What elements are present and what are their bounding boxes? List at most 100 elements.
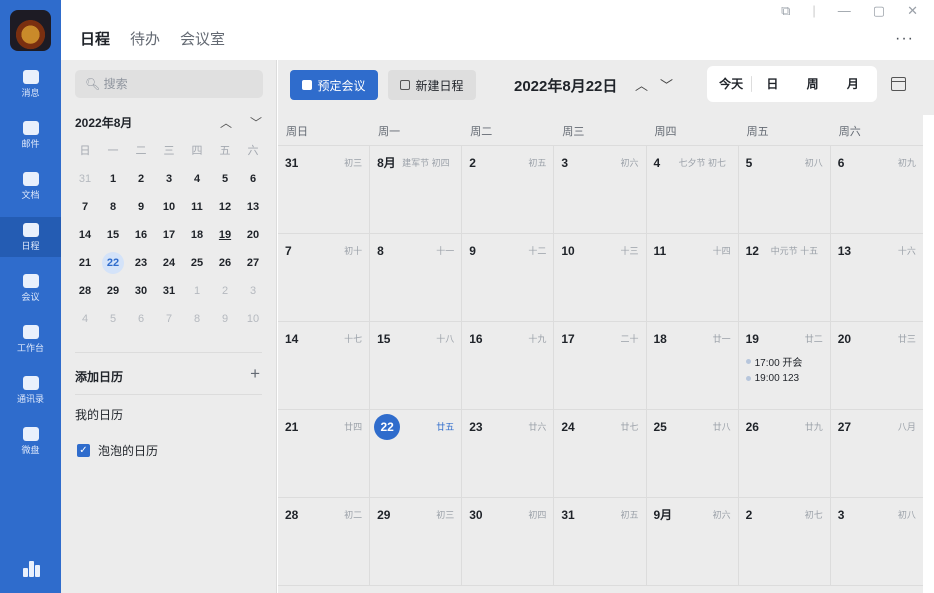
mini-day[interactable]: 7	[155, 308, 183, 330]
event-item[interactable]: 19:00 123	[745, 373, 823, 384]
avatar[interactable]	[10, 10, 51, 51]
mini-day[interactable]: 12	[211, 196, 239, 218]
mini-day[interactable]: 3	[155, 168, 183, 190]
mini-day[interactable]: 21	[71, 252, 99, 274]
nav-item-drive[interactable]: 微盘	[0, 421, 61, 461]
mini-day[interactable]: 3	[239, 280, 267, 302]
mini-day[interactable]: 6	[239, 168, 267, 190]
mini-day[interactable]: 14	[71, 224, 99, 246]
day-cell[interactable]: 17 二十	[554, 322, 647, 409]
chevron-up-icon[interactable]: ︿	[220, 114, 232, 131]
mini-day[interactable]: 1	[99, 168, 127, 190]
day-cell[interactable]: 3 初八	[831, 498, 923, 585]
mini-day[interactable]: 17	[155, 224, 183, 246]
mini-day[interactable]: 10	[155, 196, 183, 218]
mini-day[interactable]: 20	[239, 224, 267, 246]
chevron-down-icon[interactable]: ﹀	[660, 75, 673, 94]
mini-day[interactable]: 5	[211, 168, 239, 190]
mini-day[interactable]: 31	[155, 280, 183, 302]
panel-toggle-icon[interactable]	[891, 77, 906, 91]
day-cell[interactable]: 2 初五	[462, 146, 555, 233]
search-input[interactable]: 🔍︎ 搜索	[75, 70, 263, 98]
more-options-button[interactable]: ···	[895, 30, 914, 48]
day-cell[interactable]: 31 初五	[554, 498, 647, 585]
day-cell[interactable]: 20 廿三	[831, 322, 923, 409]
mini-day[interactable]: 4	[183, 168, 211, 190]
mini-day[interactable]: 18	[183, 224, 211, 246]
nav-item-chat[interactable]: 消息	[0, 64, 61, 104]
nav-item-calendar[interactable]: 日程	[0, 217, 61, 257]
mini-day[interactable]: 8	[183, 308, 211, 330]
mini-day[interactable]: 8	[99, 196, 127, 218]
day-cell[interactable]: 29 初三	[370, 498, 463, 585]
add-calendar-button[interactable]: +	[250, 364, 260, 384]
mini-day[interactable]: 4	[71, 308, 99, 330]
mini-day[interactable]: 27	[239, 252, 267, 274]
mini-day[interactable]: 6	[127, 308, 155, 330]
day-cell[interactable]: 3 初六	[554, 146, 647, 233]
maximize-icon[interactable]: ▢	[873, 3, 885, 19]
close-icon[interactable]: ✕	[907, 3, 918, 19]
pin-icon[interactable]: ⧉	[781, 3, 790, 19]
chevron-up-icon[interactable]: ︿	[635, 75, 648, 94]
mini-day-today[interactable]: 22	[102, 252, 124, 274]
mini-day[interactable]: 16	[127, 224, 155, 246]
mini-day[interactable]: 2	[127, 168, 155, 190]
book-meeting-button[interactable]: 预定会议	[290, 70, 378, 100]
event-item[interactable]: 17:00 开会	[745, 354, 823, 369]
day-cell[interactable]: 12 中元节 十五	[739, 234, 831, 321]
day-cell[interactable]: 11 十四	[647, 234, 739, 321]
day-cell[interactable]: 27 八月	[831, 410, 923, 497]
day-cell[interactable]: 22 廿五	[370, 410, 463, 497]
tab-todo[interactable]: 待办	[130, 28, 160, 49]
day-cell[interactable]: 23 廿六	[462, 410, 555, 497]
minimize-icon[interactable]: —	[838, 3, 851, 19]
mini-day[interactable]: 30	[127, 280, 155, 302]
stats-icon[interactable]	[23, 561, 40, 577]
mini-day[interactable]: 13	[239, 196, 267, 218]
mini-day[interactable]: 9	[127, 196, 155, 218]
day-cell[interactable]: 5 初八	[739, 146, 831, 233]
nav-item-meeting[interactable]: 会议	[0, 268, 61, 308]
tab-schedule[interactable]: 日程	[80, 28, 110, 49]
mini-day[interactable]: 15	[99, 224, 127, 246]
day-cell[interactable]: 26 廿九	[739, 410, 831, 497]
mini-day[interactable]: 2	[211, 280, 239, 302]
day-cell[interactable]: 28 初二	[278, 498, 371, 585]
day-cell[interactable]: 6 初九	[831, 146, 923, 233]
new-event-button[interactable]: 新建日程	[388, 70, 476, 100]
day-cell[interactable]: 13 十六	[831, 234, 923, 321]
mini-day[interactable]: 23	[127, 252, 155, 274]
mini-day[interactable]: 29	[99, 280, 127, 302]
day-cell[interactable]: 2 初七	[739, 498, 831, 585]
chevron-down-icon[interactable]: ﹀	[250, 114, 262, 131]
nav-item-document[interactable]: 文档	[0, 166, 61, 206]
mini-day[interactable]: 10	[239, 308, 267, 330]
mini-day[interactable]: 31	[71, 168, 99, 190]
mini-day[interactable]: 24	[155, 252, 183, 274]
day-cell[interactable]: 19 廿二 17:00 开会 19:00 123	[739, 322, 831, 409]
day-cell[interactable]: 4 七夕节 初七	[647, 146, 739, 233]
tab-meeting-room[interactable]: 会议室	[180, 28, 225, 49]
day-view-tab[interactable]: 日	[752, 71, 792, 97]
day-cell[interactable]: 8月 建军节 初四	[370, 146, 463, 233]
nav-item-contacts[interactable]: 通讯录	[0, 370, 61, 410]
mini-day[interactable]: 25	[183, 252, 211, 274]
day-cell[interactable]: 31 初三	[278, 146, 371, 233]
day-cell[interactable]: 8 十一	[370, 234, 463, 321]
day-cell[interactable]: 18 廿一	[647, 322, 739, 409]
mini-day[interactable]: 19	[211, 224, 239, 246]
mini-day[interactable]: 7	[71, 196, 99, 218]
day-cell[interactable]: 9月 初六	[647, 498, 739, 585]
day-cell[interactable]: 10 十三	[554, 234, 647, 321]
day-cell[interactable]: 7 初十	[278, 234, 371, 321]
day-cell[interactable]: 30 初四	[462, 498, 555, 585]
today-button[interactable]: 今天	[711, 71, 751, 97]
mini-day[interactable]: 5	[99, 308, 127, 330]
day-cell[interactable]: 16 十九	[462, 322, 555, 409]
nav-item-mail[interactable]: 邮件	[0, 115, 61, 155]
day-cell[interactable]: 24 廿七	[554, 410, 647, 497]
mini-day[interactable]: 1	[183, 280, 211, 302]
calendar-item[interactable]: ✓ 泡泡的日历	[77, 442, 158, 459]
mini-day[interactable]: 26	[211, 252, 239, 274]
